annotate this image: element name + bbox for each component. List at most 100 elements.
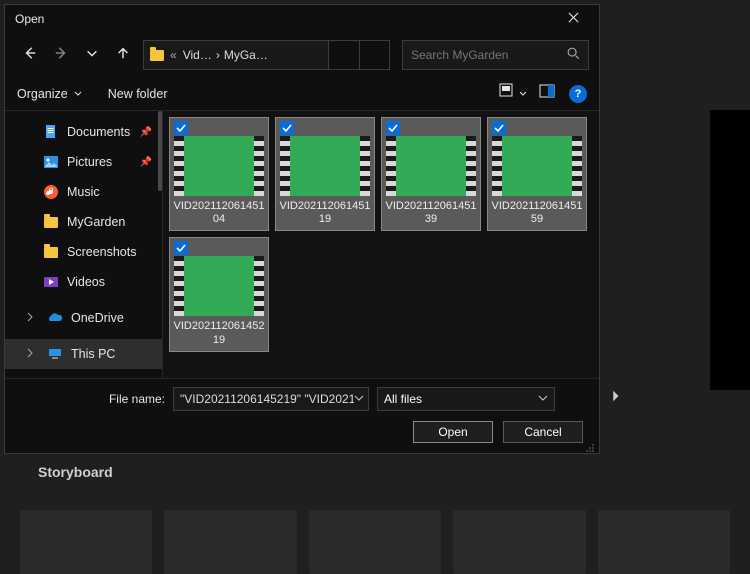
tree-item-onedrive[interactable]: OneDrive: [5, 303, 162, 333]
filmstrip-icon: [466, 136, 476, 196]
pictures-icon: [43, 154, 59, 170]
video-thumbnail: [174, 256, 264, 316]
tree-item-music[interactable]: Music: [5, 177, 162, 207]
filmstrip-icon: [572, 136, 582, 196]
open-dialog: Open « Vid… › MyGa…: [4, 4, 600, 454]
tree-item-mygarden[interactable]: MyGarden: [5, 207, 162, 237]
preview-pane-icon: [539, 83, 555, 104]
checkbox-checked[interactable]: [174, 241, 188, 255]
filename-input[interactable]: [180, 392, 354, 406]
storyboard-slot[interactable]: [164, 510, 296, 574]
next-icon[interactable]: [608, 389, 622, 408]
document-icon: [43, 124, 59, 140]
title-bar: Open: [5, 5, 599, 33]
view-mode-button[interactable]: [501, 82, 525, 106]
cancel-button-label: Cancel: [524, 425, 561, 439]
thispc-icon: [47, 346, 63, 362]
search-input[interactable]: [411, 48, 566, 62]
storyboard-slot[interactable]: [598, 510, 730, 574]
address-bar[interactable]: « Vid… › MyGa…: [143, 40, 329, 70]
close-button[interactable]: [553, 6, 593, 32]
up-button[interactable]: [108, 40, 137, 70]
file-item[interactable]: VID20211206145219: [169, 237, 269, 351]
chevron-right-icon[interactable]: [25, 311, 35, 325]
tree-item-pictures[interactable]: Pictures 📌: [5, 147, 162, 177]
nav-toolbar: « Vid… › MyGa…: [5, 33, 599, 77]
search-box[interactable]: [402, 40, 589, 70]
resize-grip[interactable]: [585, 440, 595, 450]
checkbox-checked[interactable]: [280, 121, 294, 135]
filmstrip-icon: [174, 256, 184, 316]
tree-item-documents[interactable]: Documents 📌: [5, 117, 162, 147]
tree-item-label: Screenshots: [67, 245, 136, 259]
file-item[interactable]: VID20211206145104: [169, 117, 269, 231]
tree-item-screenshots[interactable]: Screenshots: [5, 237, 162, 267]
storyboard-slot[interactable]: [309, 510, 441, 574]
checkbox-checked[interactable]: [174, 121, 188, 135]
file-name-label: VID20211206145119: [277, 200, 373, 226]
open-button[interactable]: Open: [413, 421, 493, 443]
help-button[interactable]: ?: [569, 85, 587, 103]
arrow-up-icon: [116, 46, 130, 65]
tree-item-label: Documents: [67, 125, 130, 139]
file-item[interactable]: VID20211206145119: [275, 117, 375, 231]
filmstrip-icon: [254, 256, 264, 316]
storyboard-slots: [20, 510, 730, 574]
tree-item-label: This PC: [71, 347, 115, 361]
file-item[interactable]: VID20211206145139: [381, 117, 481, 231]
chevron-down-icon[interactable]: [354, 390, 364, 408]
back-button[interactable]: [15, 40, 44, 70]
filter-label: All files: [384, 392, 422, 406]
organize-menu[interactable]: Organize: [17, 87, 82, 101]
arrow-left-icon: [23, 46, 37, 65]
command-bar: Organize New folder ?: [5, 77, 599, 111]
forward-button[interactable]: [46, 40, 75, 70]
file-type-filter[interactable]: All files: [377, 387, 555, 411]
file-name-label: VID20211206145139: [383, 200, 479, 226]
chevron-right-icon: ›: [216, 48, 220, 62]
breadcrumb-item[interactable]: Vid…: [183, 48, 212, 62]
filmstrip-icon: [254, 136, 264, 196]
close-icon: [568, 10, 579, 28]
tree-item-thispc[interactable]: This PC: [5, 339, 162, 369]
open-button-label: Open: [438, 425, 467, 439]
chevron-right-icon[interactable]: [25, 347, 35, 361]
onedrive-icon: [47, 310, 63, 326]
pin-icon: 📌: [140, 127, 152, 138]
folder-icon: [43, 244, 59, 260]
file-list[interactable]: VID20211206145104 VID20211206145119 VID202…: [163, 111, 599, 378]
video-thumbnail: [386, 136, 476, 196]
folder-icon: [148, 48, 166, 62]
nav-tree: Documents 📌 Pictures 📌 Music MyGa: [5, 111, 163, 378]
video-thumbnail: [174, 136, 264, 196]
file-name-label: VID20211206145219: [171, 320, 267, 346]
filmstrip-icon: [280, 136, 290, 196]
breadcrumb-item[interactable]: MyGa…: [224, 48, 268, 62]
filename-combo[interactable]: [173, 387, 369, 411]
chevron-down-icon: [538, 392, 548, 406]
recent-button[interactable]: [77, 40, 106, 70]
address-history-button[interactable]: [329, 40, 359, 70]
preview-pane-button[interactable]: [535, 82, 559, 106]
storyboard-slot[interactable]: [20, 510, 152, 574]
refresh-button[interactable]: [359, 40, 389, 70]
checkbox-checked[interactable]: [386, 121, 400, 135]
file-item[interactable]: VID20211206145159: [487, 117, 587, 231]
tree-item-videos[interactable]: Videos: [5, 267, 162, 297]
filmstrip-icon: [174, 136, 184, 196]
chevron-down-icon: [85, 46, 99, 65]
videos-icon: [43, 274, 59, 290]
tree-item-label: MyGarden: [67, 215, 125, 229]
preview-panel: [710, 110, 750, 390]
filename-label: File name:: [95, 392, 165, 406]
storyboard-slot[interactable]: [453, 510, 585, 574]
checkbox-checked[interactable]: [492, 121, 506, 135]
thumbnails-icon: [499, 83, 515, 104]
caret-down-icon: [519, 85, 527, 103]
tree-item-label: Music: [67, 185, 100, 199]
dialog-footer: File name: All files Open Cancel: [5, 378, 599, 453]
video-thumbnail: [492, 136, 582, 196]
new-folder-button[interactable]: New folder: [108, 87, 168, 101]
cancel-button[interactable]: Cancel: [503, 421, 583, 443]
file-name-label: VID20211206145104: [171, 200, 267, 226]
